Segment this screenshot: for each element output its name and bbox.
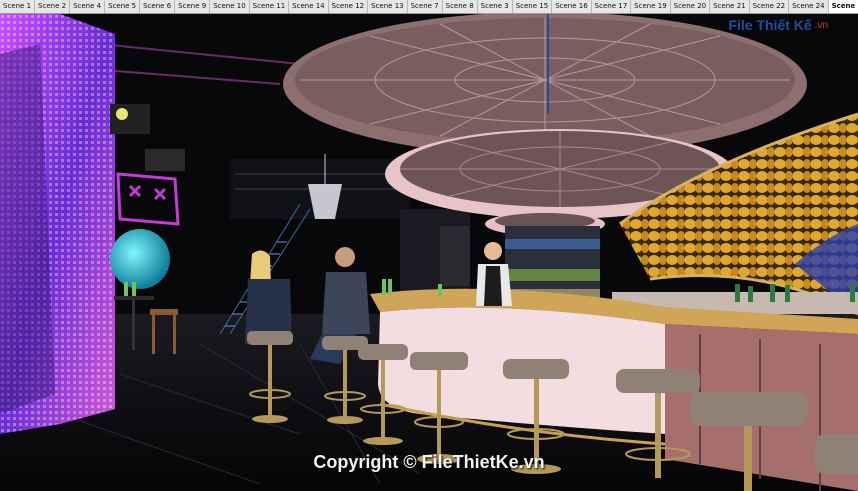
scene-tab[interactable]: Scene 4 bbox=[70, 0, 106, 13]
scene-tab[interactable]: Scene 15 bbox=[513, 0, 553, 13]
scene-tab[interactable]: Scene 1 bbox=[0, 0, 36, 13]
copyright-watermark: Copyright © FileThietKe.vn bbox=[313, 452, 545, 472]
scene-tab[interactable]: Scene 2 bbox=[35, 0, 71, 13]
scene-tab[interactable]: Scene 6 bbox=[140, 0, 176, 13]
scene-tab[interactable]: Scene 5 bbox=[105, 0, 141, 13]
logo-suffix: .vn bbox=[814, 19, 828, 31]
globe-lamp bbox=[110, 229, 170, 289]
scene-tab[interactable]: Scene 24 bbox=[789, 0, 829, 13]
scene-tab[interactable]: Scene 22 bbox=[750, 0, 790, 13]
scene-tab[interactable]: Scene 13 bbox=[368, 0, 408, 13]
scene-tab-bar: Scene 1 Scene 2 Scene 4 Scene 5 Scene 6 Scene… bbox=[0, 0, 858, 14]
scene-tab[interactable]: Scene 12 bbox=[329, 0, 369, 13]
scene-tab[interactable]: Scene 14 bbox=[289, 0, 329, 13]
scene-tab[interactable]: Scene 10 bbox=[210, 0, 250, 13]
scene-tab[interactable]: Scene 20 bbox=[671, 0, 711, 13]
scene-tab[interactable]: Scene 21 bbox=[710, 0, 750, 13]
scene-tab[interactable]: Scene 16 bbox=[552, 0, 592, 13]
scene-tab[interactable]: Scene 3 bbox=[478, 0, 513, 13]
scene-tab[interactable]: Scene 26 bbox=[828, 0, 858, 13]
site-logo: File Thiết Kế .vn bbox=[728, 17, 828, 33]
scene-tab[interactable]: Scene 8 bbox=[443, 0, 478, 13]
led-wall bbox=[0, 14, 115, 434]
logo-text: File Thiết Kế bbox=[728, 17, 812, 33]
3d-viewport[interactable] bbox=[0, 14, 858, 491]
scene-tab[interactable]: Scene 17 bbox=[592, 0, 632, 13]
scene-tab[interactable]: Scene 19 bbox=[631, 0, 671, 13]
scene-tab[interactable]: Scene 9 bbox=[175, 0, 211, 13]
scene-tab[interactable]: Scene 7 bbox=[408, 0, 443, 13]
scene-tab[interactable]: Scene 11 bbox=[250, 0, 290, 13]
